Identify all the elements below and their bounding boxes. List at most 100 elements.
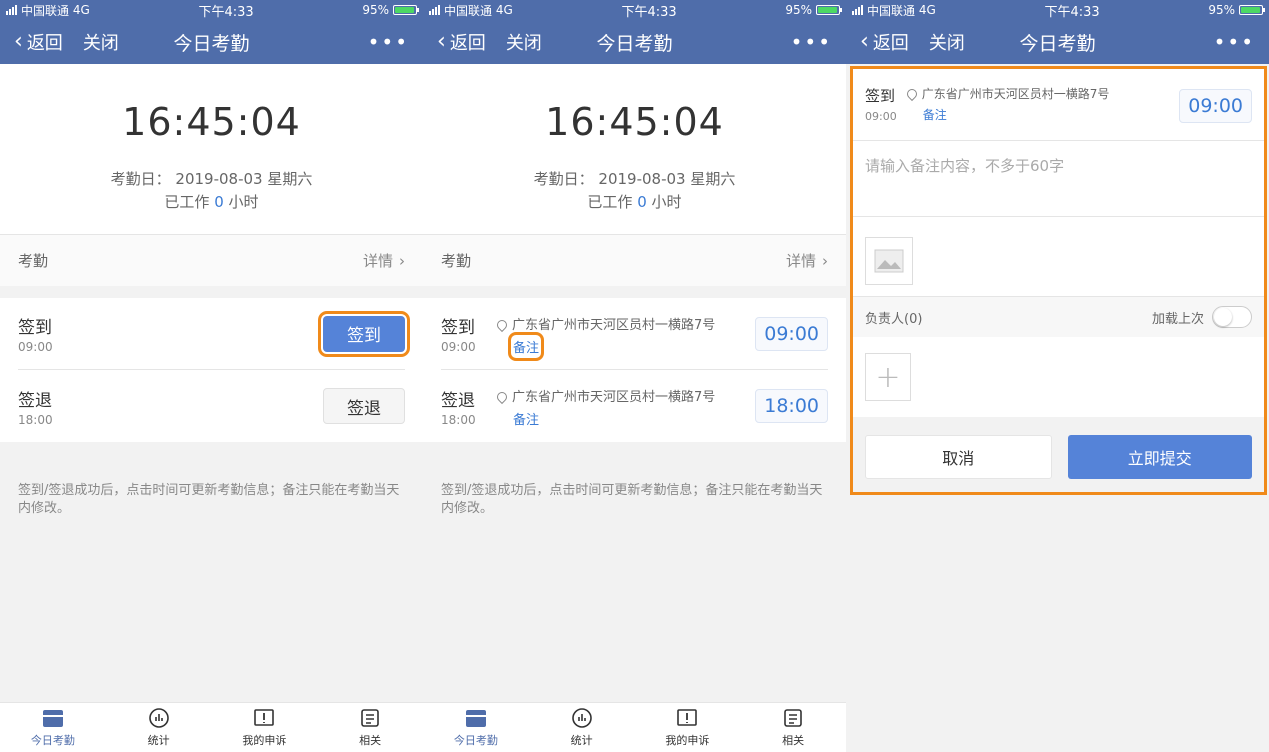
cancel-button[interactable]: 取消 [865, 435, 1052, 479]
calendar-icon [465, 710, 486, 727]
status-time: 下午4:33 [198, 4, 254, 20]
submit-button[interactable]: 立即提交 [1067, 435, 1252, 479]
clock-card: 16:45:04 考勤日： 2019-08-03 星期六 已工作 0 小时 [423, 64, 846, 234]
detail-label: 详情 [785, 252, 816, 270]
page-title: 今日考勤 [596, 32, 673, 55]
appeal-icon [677, 709, 698, 726]
checkin-time-pill[interactable]: 09:00 [1179, 89, 1252, 123]
checkin-label: 签到 [441, 318, 475, 338]
attendance-header: 考勤 详情 › [0, 234, 423, 286]
section-title: 考勤 [18, 252, 49, 270]
address-text: 广东省广州市天河区员村一横路7号 [921, 87, 1110, 101]
work-hours: 0 [214, 193, 224, 211]
tab-label: 我的申诉 [665, 734, 710, 747]
chevron-right-icon: › [399, 251, 405, 270]
note-link[interactable]: 备注 [513, 409, 539, 428]
status-bar: 中国联通 4G 下午4:33 95% [423, 0, 846, 20]
work-line: 已工作 0 小时 [0, 191, 423, 212]
work-prefix: 已工作 [164, 193, 210, 211]
tab-label: 统计 [570, 734, 593, 747]
image-icon [874, 249, 904, 273]
add-owner-button[interactable]: + [865, 353, 911, 401]
location-icon [904, 86, 919, 102]
tab-related[interactable]: 相关 [317, 703, 423, 752]
owner-row: 负责人(0) 加载上次 [853, 297, 1264, 337]
note-input[interactable]: 请输入备注内容，不多于60字 [853, 141, 1264, 217]
tab-stats[interactable]: 统计 [529, 703, 635, 752]
close-button[interactable]: 关闭 [506, 29, 542, 55]
back-button[interactable]: ‹ 返回 [860, 29, 909, 55]
signal-icon [6, 5, 17, 15]
date-line: 考勤日： 2019-08-03 星期六 [110, 170, 313, 188]
checkin-time-pill[interactable]: 09:00 [755, 316, 828, 351]
network: 4G [72, 3, 90, 17]
load-last-toggle[interactable] [1212, 306, 1252, 328]
nav-bar: ‹ 返回 关闭 今日考勤 ••• [423, 20, 846, 64]
back-button[interactable]: ‹ 返回 [14, 29, 63, 55]
close-button[interactable]: 关闭 [929, 29, 965, 55]
stage: 中国联通 4G 下午4:33 95% ‹ 返回 关闭 今日考勤 ••• 16:45… [0, 0, 1269, 752]
clock-card: 16:45:04 考勤日： 2019-08-03 星期六 已工作 0 小时 [0, 64, 423, 234]
chevron-right-icon: › [822, 251, 828, 270]
battery-icon [816, 5, 842, 15]
page-title: 今日考勤 [1019, 32, 1096, 55]
work-suffix: 小时 [651, 193, 682, 211]
attendance-rows: 签到 09:00 广东省广州市天河区员村一横路7号 备注 09:00 签退 18:00… [423, 298, 846, 442]
chevron-left-icon: ‹ [437, 29, 446, 54]
battery-icon [1239, 5, 1265, 15]
tab-today[interactable]: 今日考勤 [423, 703, 529, 752]
checkout-time-pill[interactable]: 18:00 [755, 389, 828, 423]
add-owner-row: + [853, 337, 1264, 417]
checkout-time: 18:00 [441, 412, 476, 427]
tip-text: 签到/签退成功后，点击时间可更新考勤信息；备注只能在考勤当天内修改。 [441, 483, 823, 516]
detail-link[interactable]: 详情 › [363, 250, 405, 271]
tab-related[interactable]: 相关 [740, 703, 846, 752]
owner-label: 负责人(0) [865, 311, 923, 327]
tab-appeal[interactable]: 我的申诉 [635, 703, 741, 752]
appeal-icon [254, 709, 275, 726]
status-time: 下午4:33 [621, 4, 677, 20]
checkin-button[interactable]: 签到 [318, 310, 410, 357]
checkin-label: 签到 [18, 318, 52, 338]
tab-appeal[interactable]: 我的申诉 [212, 703, 318, 752]
more-icon[interactable]: ••• [791, 30, 832, 54]
clock: 16:45:04 [122, 100, 301, 144]
detail-link[interactable]: 详情 › [786, 250, 828, 271]
tab-label: 统计 [147, 734, 170, 747]
stats-icon [571, 708, 592, 728]
checkin-label: 签到 [865, 87, 896, 105]
tab-label: 今日考勤 [30, 734, 75, 747]
status-time: 下午4:33 [1044, 4, 1100, 20]
tab-stats[interactable]: 统计 [106, 703, 212, 752]
battery-percent: 95% [362, 3, 389, 17]
checkout-button[interactable]: 签退 [323, 388, 405, 424]
screen-1: 中国联通 4G 下午4:33 95% ‹ 返回 关闭 今日考勤 ••• 16:45… [0, 0, 423, 752]
form-actions: 取消 立即提交 [853, 417, 1264, 479]
page-title: 今日考勤 [173, 32, 250, 55]
status-bar: 中国联通 4G 下午4:33 95% [0, 0, 423, 20]
checkin-address: 广东省广州市天河区员村一横路7号 备注 [904, 85, 1180, 140]
carrier: 中国联通 [444, 3, 493, 18]
image-upload-button[interactable] [865, 237, 913, 285]
attendance-header: 考勤 详情 › [423, 234, 846, 286]
more-icon[interactable]: ••• [1214, 30, 1255, 54]
related-icon [361, 709, 379, 727]
close-button[interactable]: 关闭 [83, 29, 119, 55]
network: 4G [495, 3, 513, 17]
back-label: 返回 [449, 33, 486, 54]
tab-bar: 今日考勤 统计 我的申诉 相关 [423, 702, 846, 752]
more-icon[interactable]: ••• [368, 30, 409, 54]
address-text: 广东省广州市天河区员村一横路7号 [512, 390, 716, 405]
checkin-time: 09:00 [441, 340, 476, 354]
back-button[interactable]: ‹ 返回 [437, 29, 486, 55]
tab-bar: 今日考勤 统计 我的申诉 相关 [0, 702, 423, 752]
tab-today[interactable]: 今日考勤 [0, 703, 106, 752]
checkin-time: 09:00 [865, 110, 897, 123]
note-link[interactable]: 备注 [923, 106, 947, 123]
work-suffix: 小时 [228, 193, 259, 211]
clock: 16:45:04 [545, 100, 724, 144]
screen-2: 中国联通 4G 下午4:33 95% ‹ 返回 关闭 今日考勤 ••• 16:45… [423, 0, 846, 752]
work-line: 已工作 0 小时 [423, 191, 846, 212]
checkin-row: 签到 09:00 签到 [18, 298, 410, 370]
note-link[interactable]: 备注 [507, 331, 545, 361]
